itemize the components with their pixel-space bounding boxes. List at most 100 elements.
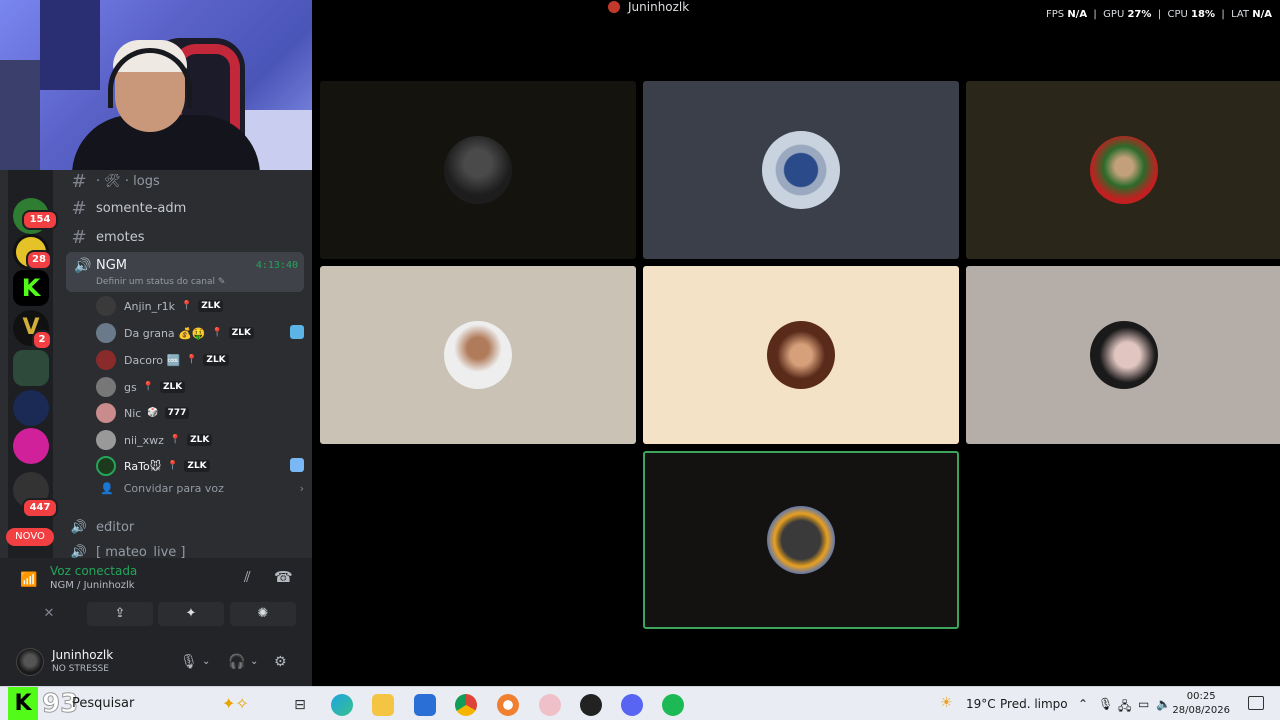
network-icon[interactable]: 🖧 <box>1118 697 1131 718</box>
chevron-down-icon[interactable]: ⌄ <box>250 656 258 667</box>
disconnect-icon[interactable]: ☎ <box>274 568 293 586</box>
kick-logo: K <box>8 687 38 720</box>
avatar <box>96 456 116 476</box>
member-name: Anjin_r1k <box>124 299 175 313</box>
hash-icon: # <box>71 197 87 219</box>
window-title-text: Juninhozlk <box>628 0 690 14</box>
activity-icon <box>290 325 304 339</box>
invite-label: Convidar para voz <box>123 482 224 495</box>
invite-to-voice[interactable]: 👤 Convidar para voz › <box>100 482 304 495</box>
channel-somente-adm[interactable]: # somente-adm <box>68 194 304 222</box>
screen-share-button[interactable]: ⇪ <box>87 602 153 626</box>
activities-button[interactable]: ✦ <box>158 602 224 626</box>
app-icon-orange[interactable] <box>497 694 519 716</box>
participant-tile[interactable] <box>320 266 636 444</box>
copilot-sparkle-icon[interactable]: ✦✧ <box>222 694 249 713</box>
server-icon-6[interactable] <box>13 428 49 464</box>
voice-member[interactable]: Nic 🎲 777 <box>96 401 304 425</box>
member-tag: ZLK <box>228 327 255 339</box>
pin-icon: 📍 <box>169 435 182 445</box>
channel-editor[interactable]: 🔊 eđitor <box>68 513 304 541</box>
voice-member[interactable]: Da grana 💰🤑 📍 ZLK <box>96 321 304 345</box>
user-avatar[interactable] <box>16 648 44 676</box>
window-title: Juninhozlk <box>608 0 689 14</box>
signal-icon[interactable]: 📶 <box>20 572 37 588</box>
app-icon <box>608 1 620 13</box>
voice-connected-channel[interactable]: NGM / Juninhozlk <box>50 580 135 591</box>
kick-server-icon[interactable]: K <box>13 270 49 306</box>
pin-icon: 📍 <box>180 301 193 311</box>
member-tag: ZLK <box>203 354 229 366</box>
avatar <box>96 403 116 423</box>
participant-tile[interactable] <box>966 81 1280 259</box>
webcam-background-door <box>40 0 100 90</box>
voice-channel-timer: 4:13:40 <box>255 260 298 271</box>
voice-channel-status[interactable]: Definir um status do canal ✎ <box>96 277 225 287</box>
participant-tile-speaking[interactable] <box>643 451 959 629</box>
windows-taskbar: K 93 Pesquisar ✦✧ ⊟ ☀ 19°C Pred. limpo ⌃… <box>0 686 1280 720</box>
user-panel: Juninhozlk NO STRESSE 🎙 ⌄ 🎧 ⌄ ⚙ <box>0 640 312 686</box>
voice-member[interactable]: gs 📍 ZLK <box>96 375 304 399</box>
battery-icon[interactable]: ▭ <box>1138 697 1149 711</box>
spotify-icon[interactable] <box>662 694 684 716</box>
channel-name: [ mateo_live ] <box>96 544 186 559</box>
microphone-icon[interactable]: 🎙 <box>180 654 198 670</box>
member-name: Da grana 💰🤑 <box>124 326 206 340</box>
app-icon-pink[interactable] <box>539 694 561 716</box>
participant-tile[interactable] <box>643 266 959 444</box>
voice-member[interactable]: RaTo🐭 📍 ZLK <box>96 454 304 478</box>
camera-button[interactable]: ✕ <box>16 602 82 626</box>
participant-tile[interactable] <box>320 81 636 259</box>
voice-member[interactable]: Dacoro 🆒 📍 ZLK <box>96 348 304 372</box>
participant-avatar <box>1090 321 1158 389</box>
voice-member[interactable]: Anjin_r1k 📍 ZLK <box>96 294 304 318</box>
chevron-right-icon: › <box>299 482 304 495</box>
speaker-icon: 🔊 <box>70 519 88 535</box>
member-name: RaTo🐭 <box>124 459 162 473</box>
channel-name: · 🛠 · logs <box>96 173 160 189</box>
noise-suppression-icon[interactable]: ⫽ <box>244 568 251 586</box>
server-icon-5[interactable] <box>13 390 49 426</box>
member-tag: ZLK <box>198 300 224 312</box>
obs-icon[interactable] <box>580 694 602 716</box>
server-icon-4[interactable] <box>13 350 49 386</box>
gear-icon[interactable]: ⚙ <box>274 654 287 670</box>
headphones-icon[interactable]: 🎧 <box>228 654 245 670</box>
add-user-icon: 👤 <box>100 482 114 495</box>
volume-icon[interactable]: 🔈 <box>1156 697 1171 711</box>
weather-temp[interactable]: 19°C <box>966 697 996 711</box>
participant-tile[interactable] <box>966 266 1280 444</box>
microsoft-store-icon[interactable] <box>414 694 436 716</box>
weather-icon[interactable]: ☀ <box>940 695 953 711</box>
user-name[interactable]: Juninhozlk <box>52 648 113 662</box>
channel-list: # · 🛠 · logs # somente-adm # emotes 🔊 NG… <box>60 170 310 558</box>
notification-icon[interactable] <box>1248 696 1264 710</box>
chrome-icon[interactable] <box>455 694 477 716</box>
chevron-down-icon[interactable]: ⌄ <box>202 656 210 667</box>
server-badge-4: 447 <box>22 498 58 518</box>
soundboard-button[interactable]: ✺ <box>230 602 296 626</box>
server-list: 154 28 K V 2 447 <box>8 170 58 560</box>
file-explorer-icon[interactable] <box>372 694 394 716</box>
voice-channel-active[interactable]: 🔊 NGM 4:13:40 Definir um status do canal… <box>66 252 304 292</box>
participant-avatar <box>762 131 840 209</box>
taskbar-search[interactable]: Pesquisar <box>72 696 134 711</box>
chevron-up-icon[interactable]: ⌃ <box>1078 697 1088 711</box>
channel-logs[interactable]: # · 🛠 · logs <box>68 170 304 195</box>
participant-tile[interactable] <box>643 81 959 259</box>
channel-emotes[interactable]: # emotes <box>68 223 304 251</box>
edge-icon[interactable] <box>331 694 353 716</box>
microphone-icon[interactable]: 🎙 <box>1098 697 1113 711</box>
task-view-icon[interactable]: ⊟ <box>289 694 311 716</box>
member-tag: ZLK <box>184 460 210 472</box>
taskbar-clock[interactable]: 00:25 28/08/2026 <box>1172 690 1230 718</box>
new-badge[interactable]: NOVO <box>6 528 54 546</box>
discord-icon[interactable] <box>621 694 643 716</box>
avatar <box>96 430 116 450</box>
voice-member[interactable]: nii_xwz 📍 ZLK <box>96 428 304 452</box>
channel-partial[interactable]: 🔊 [ mateo_live ] <box>68 538 304 559</box>
weather-desc[interactable]: Pred. limpo <box>1000 697 1068 711</box>
cpu-value: 18% <box>1191 9 1215 20</box>
speaker-icon: 🔊 <box>74 258 92 274</box>
member-name: Dacoro 🆒 <box>124 353 181 367</box>
